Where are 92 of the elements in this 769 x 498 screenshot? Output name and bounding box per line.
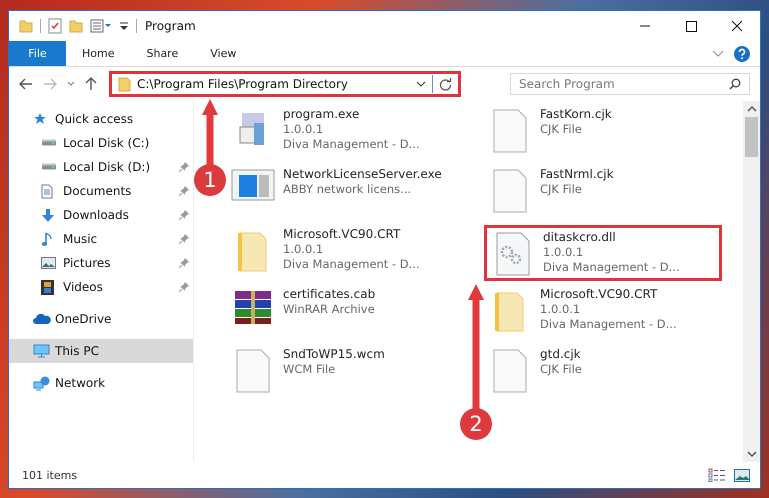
settings-file-icon	[496, 232, 530, 276]
file-name: FastKorn.cjk	[540, 107, 612, 122]
properties-icon[interactable]	[90, 19, 112, 33]
file-detail: CJK File	[540, 122, 583, 137]
file-detail: Diva Management - D...	[283, 137, 420, 152]
file-name: gtd.cjk	[540, 347, 582, 362]
file-name: Microsoft.VC90.CRT	[540, 287, 658, 302]
scroll-up-icon[interactable]	[746, 105, 756, 113]
details-view-icon[interactable]	[708, 468, 726, 482]
back-arrow-icon[interactable]	[19, 78, 33, 90]
film-strip-icon	[41, 280, 54, 294]
document-icon	[41, 184, 53, 198]
up-arrow-icon[interactable]	[85, 77, 97, 91]
item-count: 101 items	[22, 468, 78, 482]
pin-icon[interactable]	[179, 234, 189, 244]
file-detail: Diva Management - D...	[283, 257, 420, 272]
drive-icon	[41, 163, 57, 171]
file-name: Microsoft.VC90.CRT	[283, 227, 402, 242]
cloud-icon	[33, 313, 51, 325]
ribbon-tab[interactable]: File	[9, 41, 66, 66]
file-name: FastNrml.cjk	[540, 167, 614, 182]
file-tile[interactable]: certificates.cab WinRAR Archive	[227, 285, 465, 341]
file-tile[interactable]: FastNrml.cjk CJK File	[484, 165, 722, 221]
file-tile[interactable]: program.exe 1.0.0.1 Diva Management - D...	[227, 105, 465, 161]
file-detail: 1.0.0.1	[283, 122, 324, 137]
pin-icon[interactable]	[179, 162, 189, 172]
scrollbar-thumb[interactable]	[745, 117, 758, 157]
star-icon	[33, 112, 47, 126]
blank-file-icon	[493, 349, 527, 393]
sidebar-item[interactable]: Music	[9, 227, 193, 251]
sidebar-item[interactable]: Quick access	[9, 107, 193, 131]
archive-books-icon	[233, 289, 273, 325]
file-name: certificates.cab	[283, 287, 376, 302]
file-detail: Diva Management - D...	[540, 317, 677, 332]
address-path: C:\Program Files\Program Directory	[137, 77, 350, 91]
ribbon-tab[interactable]: View	[194, 41, 252, 66]
file-detail: ABBY network licens...	[283, 182, 412, 197]
network-globe-icon	[33, 376, 51, 390]
pin-icon[interactable]	[179, 210, 189, 220]
file-detail: WCM File	[283, 362, 336, 377]
pin-icon[interactable]	[179, 186, 189, 196]
sidebar-item[interactable]: Videos	[9, 275, 193, 299]
file-tile[interactable]: ditaskcro.dll 1.0.0.1 Diva Management - D...	[484, 225, 722, 281]
monitor-icon	[33, 344, 50, 358]
sidebar-item[interactable]: Local Disk (C:)	[9, 131, 193, 155]
sidebar-item[interactable]: Downloads	[9, 203, 193, 227]
folder-icon	[118, 76, 131, 92]
blank-file-icon	[493, 109, 527, 153]
file-detail: CJK File	[540, 362, 582, 377]
help-icon[interactable]	[734, 46, 750, 62]
ribbon-tab[interactable]: Home	[66, 41, 130, 66]
search-field[interactable]: Search Program	[510, 73, 750, 95]
sidebar-item[interactable]: Documents	[9, 179, 193, 203]
drive-icon	[41, 139, 57, 147]
blank-file-icon	[236, 349, 270, 393]
download-arrow-icon	[41, 208, 55, 222]
file-detail: 1.0.0.1	[283, 242, 324, 257]
file-tile[interactable]: FastKorn.cjk CJK File	[484, 105, 722, 161]
sidebar-item[interactable]: Local Disk (D:)	[9, 155, 193, 179]
file-detail: Diva Management - D...	[543, 260, 680, 275]
file-tile[interactable]: Microsoft.VC90.CRT 1.0.0.1 Diva Management - D...	[227, 225, 465, 281]
search-icon[interactable]	[729, 78, 741, 90]
ribbon-tab[interactable]: Share	[130, 41, 194, 66]
file-detail: CJK File	[540, 182, 583, 197]
file-detail: WinRAR Archive	[283, 302, 376, 317]
sidebar-item[interactable]: Network	[9, 371, 193, 395]
large-icons-view-icon[interactable]	[734, 468, 750, 482]
file-tile[interactable]: SndToWP15.wcm WCM File	[227, 345, 465, 401]
file-name: NetworkLicenseServer.exe	[283, 167, 442, 182]
file-name: ditaskcro.dll	[543, 230, 617, 245]
file-name: SndToWP15.wcm	[283, 347, 385, 362]
checklist-icon[interactable]	[48, 18, 62, 34]
file-detail: 1.0.0.1	[543, 245, 584, 260]
address-bar[interactable]: C:\Program Files\Program Directory	[109, 71, 461, 97]
pin-icon[interactable]	[179, 282, 189, 292]
refresh-icon[interactable]	[439, 78, 452, 90]
music-note-icon	[41, 232, 53, 246]
file-tile[interactable]: NetworkLicenseServer.exe ABBY network licens...	[227, 165, 465, 221]
sidebar-item[interactable]: This PC	[9, 339, 193, 363]
blank-file-icon	[493, 169, 527, 213]
file-tile[interactable]: Microsoft.VC90.CRT 1.0.0.1 Diva Management - D...	[484, 285, 722, 341]
picture-icon	[41, 257, 56, 269]
pin-icon[interactable]	[179, 258, 189, 268]
file-tile[interactable]: gtd.cjk CJK File	[484, 345, 722, 401]
sidebar-item[interactable]: Pictures	[9, 251, 193, 275]
application-window-icon	[231, 169, 275, 201]
sidebar-item[interactable]: OneDrive	[9, 307, 193, 331]
file-name: program.exe	[283, 107, 360, 122]
scroll-down-icon[interactable]	[746, 450, 756, 458]
chevron-down-icon[interactable]	[416, 81, 426, 87]
window-title: Program	[145, 19, 196, 33]
file-detail: 1.0.0.1	[540, 302, 582, 317]
